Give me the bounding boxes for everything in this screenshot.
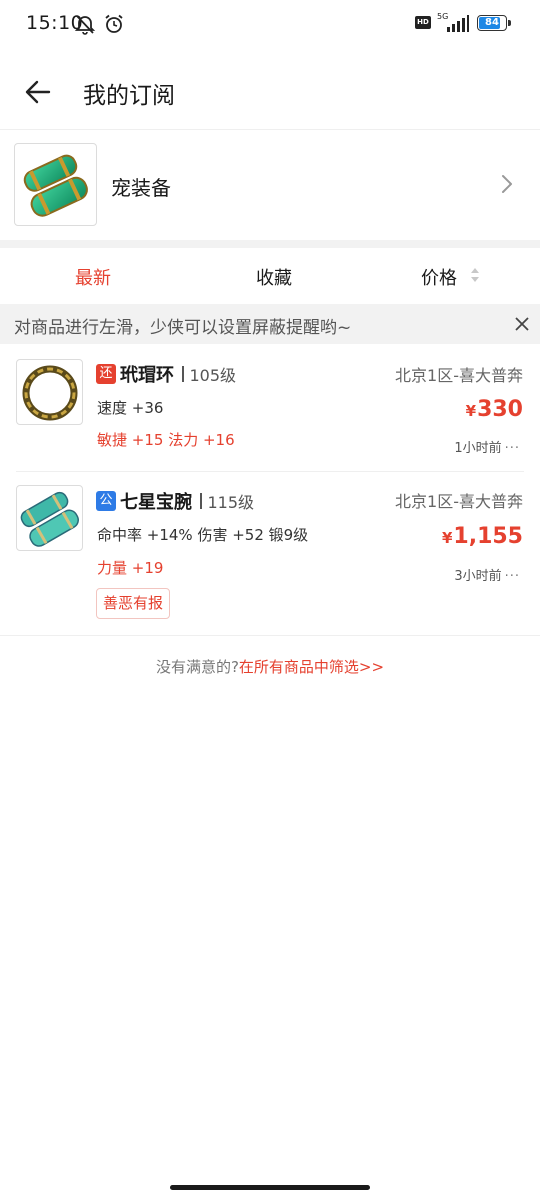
list-end-divider: [0, 635, 540, 636]
bracer-image: [23, 154, 88, 217]
item-name: 玳瑁环: [120, 365, 174, 386]
time-text: 3小时前: [454, 569, 502, 584]
arrow-left-icon: [25, 80, 51, 104]
item-price: ¥330: [466, 397, 523, 422]
item-server: 北京1区-喜大普奔: [395, 492, 523, 511]
subscription-row[interactable]: 宠装备: [0, 130, 540, 240]
currency-symbol: ¥: [465, 402, 477, 420]
chevron-right-icon: [501, 174, 513, 198]
list-item[interactable]: 公 七星宝腕 115级 北京1区-喜大普奔 命中率 +14% 伤害 +52 锻9…: [0, 472, 540, 635]
price-value: 1,155: [453, 524, 523, 549]
sort-arrows-icon[interactable]: [470, 266, 480, 288]
item-attributes: 速度 +36: [97, 399, 164, 417]
tab-latest[interactable]: 最新: [75, 264, 111, 290]
subscription-thumbnail: [14, 143, 97, 226]
more-icon[interactable]: ···: [505, 441, 520, 456]
trade-tag: 还: [96, 364, 116, 384]
filter-all-link[interactable]: 在所有商品中筛选>>: [239, 658, 384, 676]
item-price: ¥1,155: [442, 524, 523, 549]
item-thumbnail: [16, 485, 83, 551]
tab-favorites[interactable]: 收藏: [256, 264, 292, 290]
tab-price[interactable]: 价格: [421, 264, 457, 290]
footer-note: 没有满意的?在所有商品中筛选>>: [0, 656, 540, 677]
alarm-icon: [103, 13, 125, 39]
title-separator: [200, 493, 202, 509]
item-thumbnail: [16, 359, 83, 425]
close-icon[interactable]: [513, 315, 531, 337]
battery-cap: [508, 20, 511, 26]
back-button[interactable]: [18, 72, 58, 112]
header: 我的订阅: [0, 56, 540, 128]
public-tag: 公: [96, 491, 116, 511]
item-time: 3小时前 ···: [454, 565, 520, 584]
tip-bar: 对商品进行左滑，少侠可以设置屏蔽提醒哟~: [0, 304, 540, 344]
item-server: 北京1区-喜大普奔: [395, 366, 523, 385]
home-indicator[interactable]: [170, 1185, 370, 1190]
sort-tabs: 最新 收藏 价格: [0, 248, 540, 304]
footer-prefix: 没有满意的?: [155, 658, 239, 676]
ring-image: [22, 365, 78, 421]
item-title-line: 公 七星宝腕 115级: [96, 488, 254, 514]
item-level: 115级: [207, 493, 255, 512]
status-bar: 15:10 HD 5G 84: [0, 0, 540, 48]
item-level: 105级: [189, 366, 237, 385]
section-gap: [0, 240, 540, 248]
battery-level: 84: [485, 17, 499, 28]
bracelet-image: [20, 491, 79, 547]
list-item[interactable]: 还 玳瑁环 105级 北京1区-喜大普奔 速度 +36 敏捷 +15 法力 +1…: [0, 344, 540, 471]
bell-off-icon: [74, 13, 96, 39]
item-badge: 善恶有报: [96, 588, 171, 619]
battery-icon: 84: [477, 15, 507, 31]
signal-icon: [446, 15, 470, 37]
page-title: 我的订阅: [83, 83, 175, 109]
item-bonus-attributes: 敏捷 +15 法力 +16: [97, 431, 235, 449]
item-attributes: 命中率 +14% 伤害 +52 锻9级: [97, 526, 309, 544]
more-icon[interactable]: ···: [505, 569, 520, 584]
tip-text: 对商品进行左滑，少侠可以设置屏蔽提醒哟~: [14, 318, 352, 338]
item-time: 1小时前 ···: [454, 437, 520, 456]
hd-badge: HD: [415, 16, 431, 29]
price-value: 330: [477, 397, 523, 422]
time-text: 1小时前: [454, 441, 502, 456]
currency-symbol: ¥: [441, 529, 453, 547]
title-separator: [182, 366, 184, 382]
item-bonus-attributes: 力量 +19: [97, 559, 164, 577]
item-name: 七星宝腕: [120, 492, 192, 513]
subscription-name: 宠装备: [111, 176, 171, 200]
item-title-line: 还 玳瑁环 105级: [96, 361, 236, 387]
